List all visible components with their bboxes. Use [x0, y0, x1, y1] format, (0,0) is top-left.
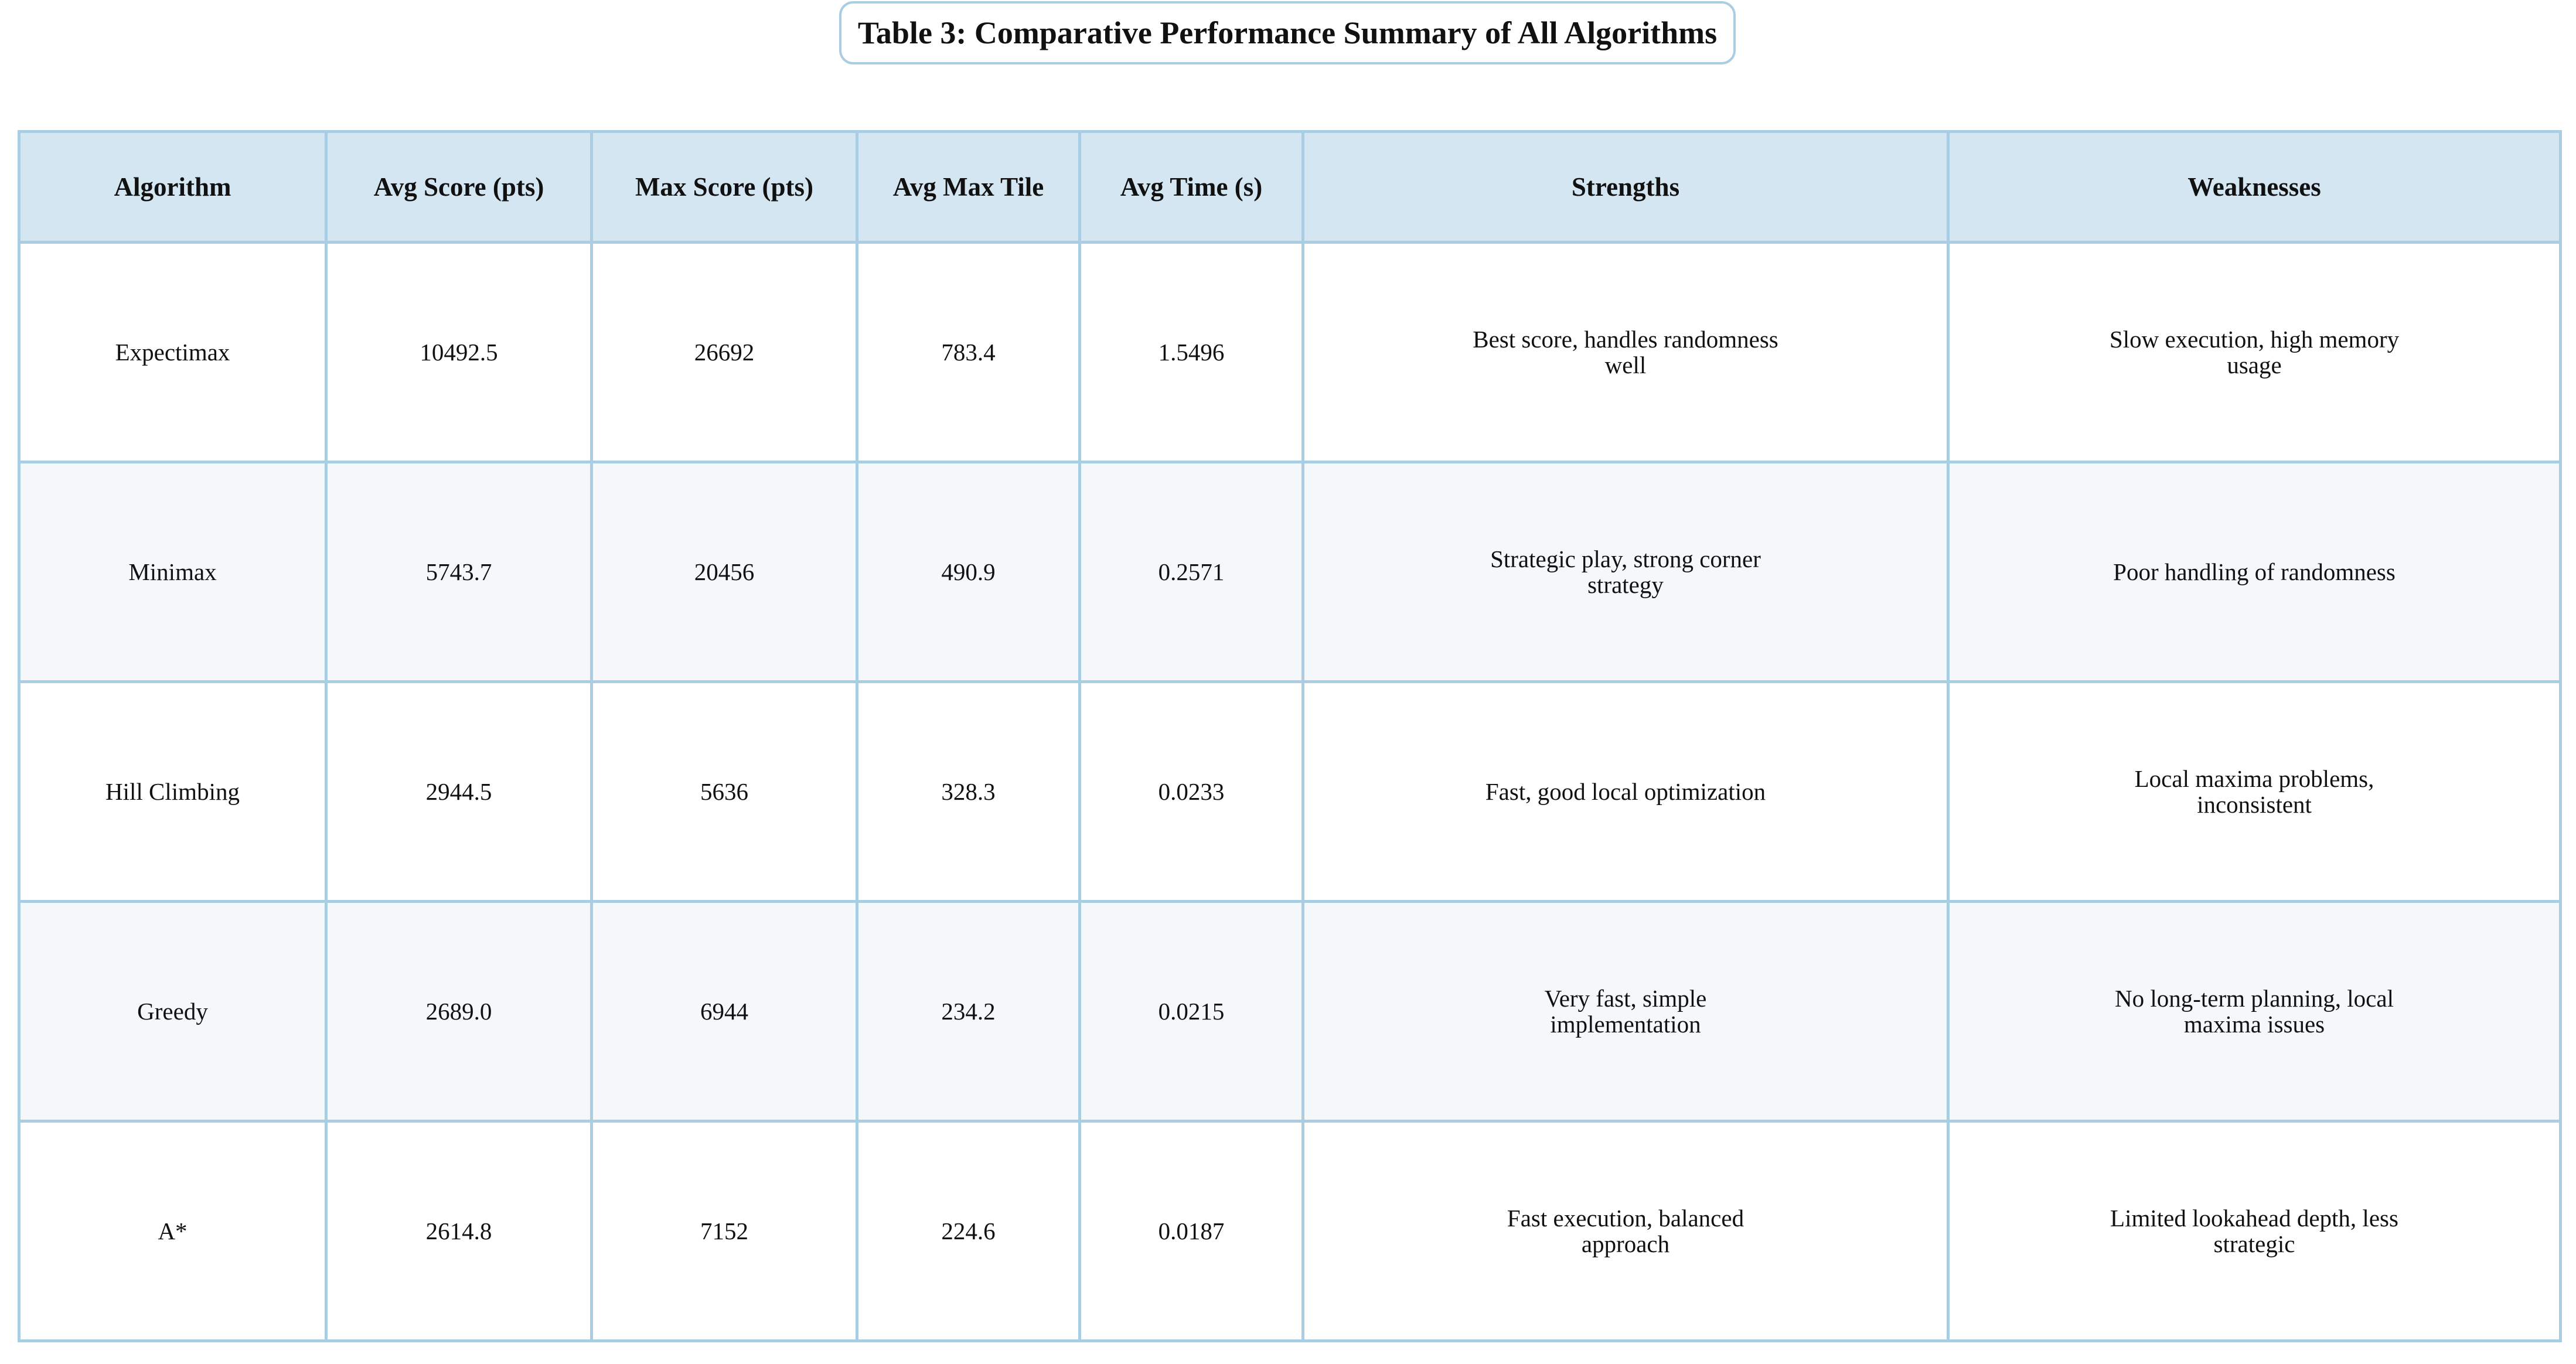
- cell-avg-score: 2689.0: [325, 900, 593, 1123]
- cell-weaknesses: Local maxima problems, inconsistent: [1947, 680, 2562, 903]
- cell-weaknesses: Limited lookahead depth, less strategic: [1947, 1120, 2562, 1342]
- column-header-weaknesses: Weaknesses: [1947, 130, 2562, 244]
- cell-weaknesses: Poor handling of randomness: [1947, 461, 2562, 683]
- cell-avg-time: 1.5496: [1078, 241, 1304, 463]
- cell-avg-score: 10492.5: [325, 241, 593, 463]
- weaknesses-text: Poor handling of randomness: [2113, 558, 2396, 585]
- cell-avg-score: 2614.8: [325, 1120, 593, 1342]
- cell-avg-time: 0.0215: [1078, 900, 1304, 1123]
- table-row: A* 2614.8 7152 224.6 0.0187 Fast executi…: [18, 1120, 2562, 1342]
- cell-max-score: 20456: [590, 461, 858, 683]
- cell-strengths: Fast execution, balanced approach: [1301, 1120, 1950, 1342]
- cell-max-score: 6944: [590, 900, 858, 1123]
- cell-avg-max-tile: 234.2: [856, 900, 1081, 1123]
- table-title-box: Table 3: Comparative Performance Summary…: [839, 1, 1736, 64]
- performance-summary-table: Algorithm Avg Score (pts) Max Score (pts…: [18, 130, 2562, 1342]
- column-header-avg-score: Avg Score (pts): [325, 130, 593, 244]
- cell-avg-time: 0.2571: [1078, 461, 1304, 683]
- cell-weaknesses: Slow execution, high memory usage: [1947, 241, 2562, 463]
- table-title: Table 3: Comparative Performance Summary…: [857, 15, 1718, 50]
- cell-strengths: Strategic play, strong corner strategy: [1301, 461, 1950, 683]
- cell-algorithm: Minimax: [18, 461, 328, 683]
- column-header-max-score: Max Score (pts): [590, 130, 858, 244]
- cell-max-score: 7152: [590, 1120, 858, 1342]
- cell-algorithm: Hill Climbing: [18, 680, 328, 903]
- weaknesses-text: Slow execution, high memory usage: [2109, 326, 2400, 378]
- cell-strengths: Best score, handles randomness well: [1301, 241, 1950, 463]
- column-header-strengths: Strengths: [1301, 130, 1950, 244]
- cell-avg-max-tile: 490.9: [856, 461, 1081, 683]
- cell-max-score: 5636: [590, 680, 858, 903]
- cell-weaknesses: No long-term planning, local maxima issu…: [1947, 900, 2562, 1123]
- strengths-text: Best score, handles randomness well: [1473, 326, 1778, 378]
- cell-algorithm: Expectimax: [18, 241, 328, 463]
- cell-algorithm: A*: [18, 1120, 328, 1342]
- cell-algorithm: Greedy: [18, 900, 328, 1123]
- strengths-text: Fast execution, balanced approach: [1507, 1205, 1744, 1257]
- cell-avg-max-tile: 328.3: [856, 680, 1081, 903]
- cell-avg-max-tile: 783.4: [856, 241, 1081, 463]
- cell-avg-score: 2944.5: [325, 680, 593, 903]
- column-header-avg-max-tile: Avg Max Tile: [856, 130, 1081, 244]
- cell-strengths: Very fast, simple implementation: [1301, 900, 1950, 1123]
- cell-avg-max-tile: 224.6: [856, 1120, 1081, 1342]
- strengths-text: Strategic play, strong corner strategy: [1490, 545, 1761, 598]
- cell-avg-score: 5743.7: [325, 461, 593, 683]
- cell-strengths: Fast, good local optimization: [1301, 680, 1950, 903]
- cell-avg-time: 0.0233: [1078, 680, 1304, 903]
- strengths-text: Fast, good local optimization: [1485, 778, 1766, 805]
- column-header-algorithm: Algorithm: [18, 130, 328, 244]
- weaknesses-text: Local maxima problems, inconsistent: [2134, 765, 2374, 818]
- table-row: Minimax 5743.7 20456 490.9 0.2571 Strate…: [18, 461, 2562, 683]
- weaknesses-text: No long-term planning, local maxima issu…: [2115, 985, 2394, 1038]
- cell-avg-time: 0.0187: [1078, 1120, 1304, 1342]
- cell-max-score: 26692: [590, 241, 858, 463]
- table-header-row: Algorithm Avg Score (pts) Max Score (pts…: [18, 130, 2562, 244]
- weaknesses-text: Limited lookahead depth, less strategic: [2110, 1205, 2398, 1257]
- strengths-text: Very fast, simple implementation: [1544, 985, 1707, 1038]
- column-header-avg-time: Avg Time (s): [1078, 130, 1304, 244]
- table-row: Hill Climbing 2944.5 5636 328.3 0.0233 F…: [18, 680, 2562, 903]
- table-row: Expectimax 10492.5 26692 783.4 1.5496 Be…: [18, 241, 2562, 463]
- table-row: Greedy 2689.0 6944 234.2 0.0215 Very fas…: [18, 900, 2562, 1123]
